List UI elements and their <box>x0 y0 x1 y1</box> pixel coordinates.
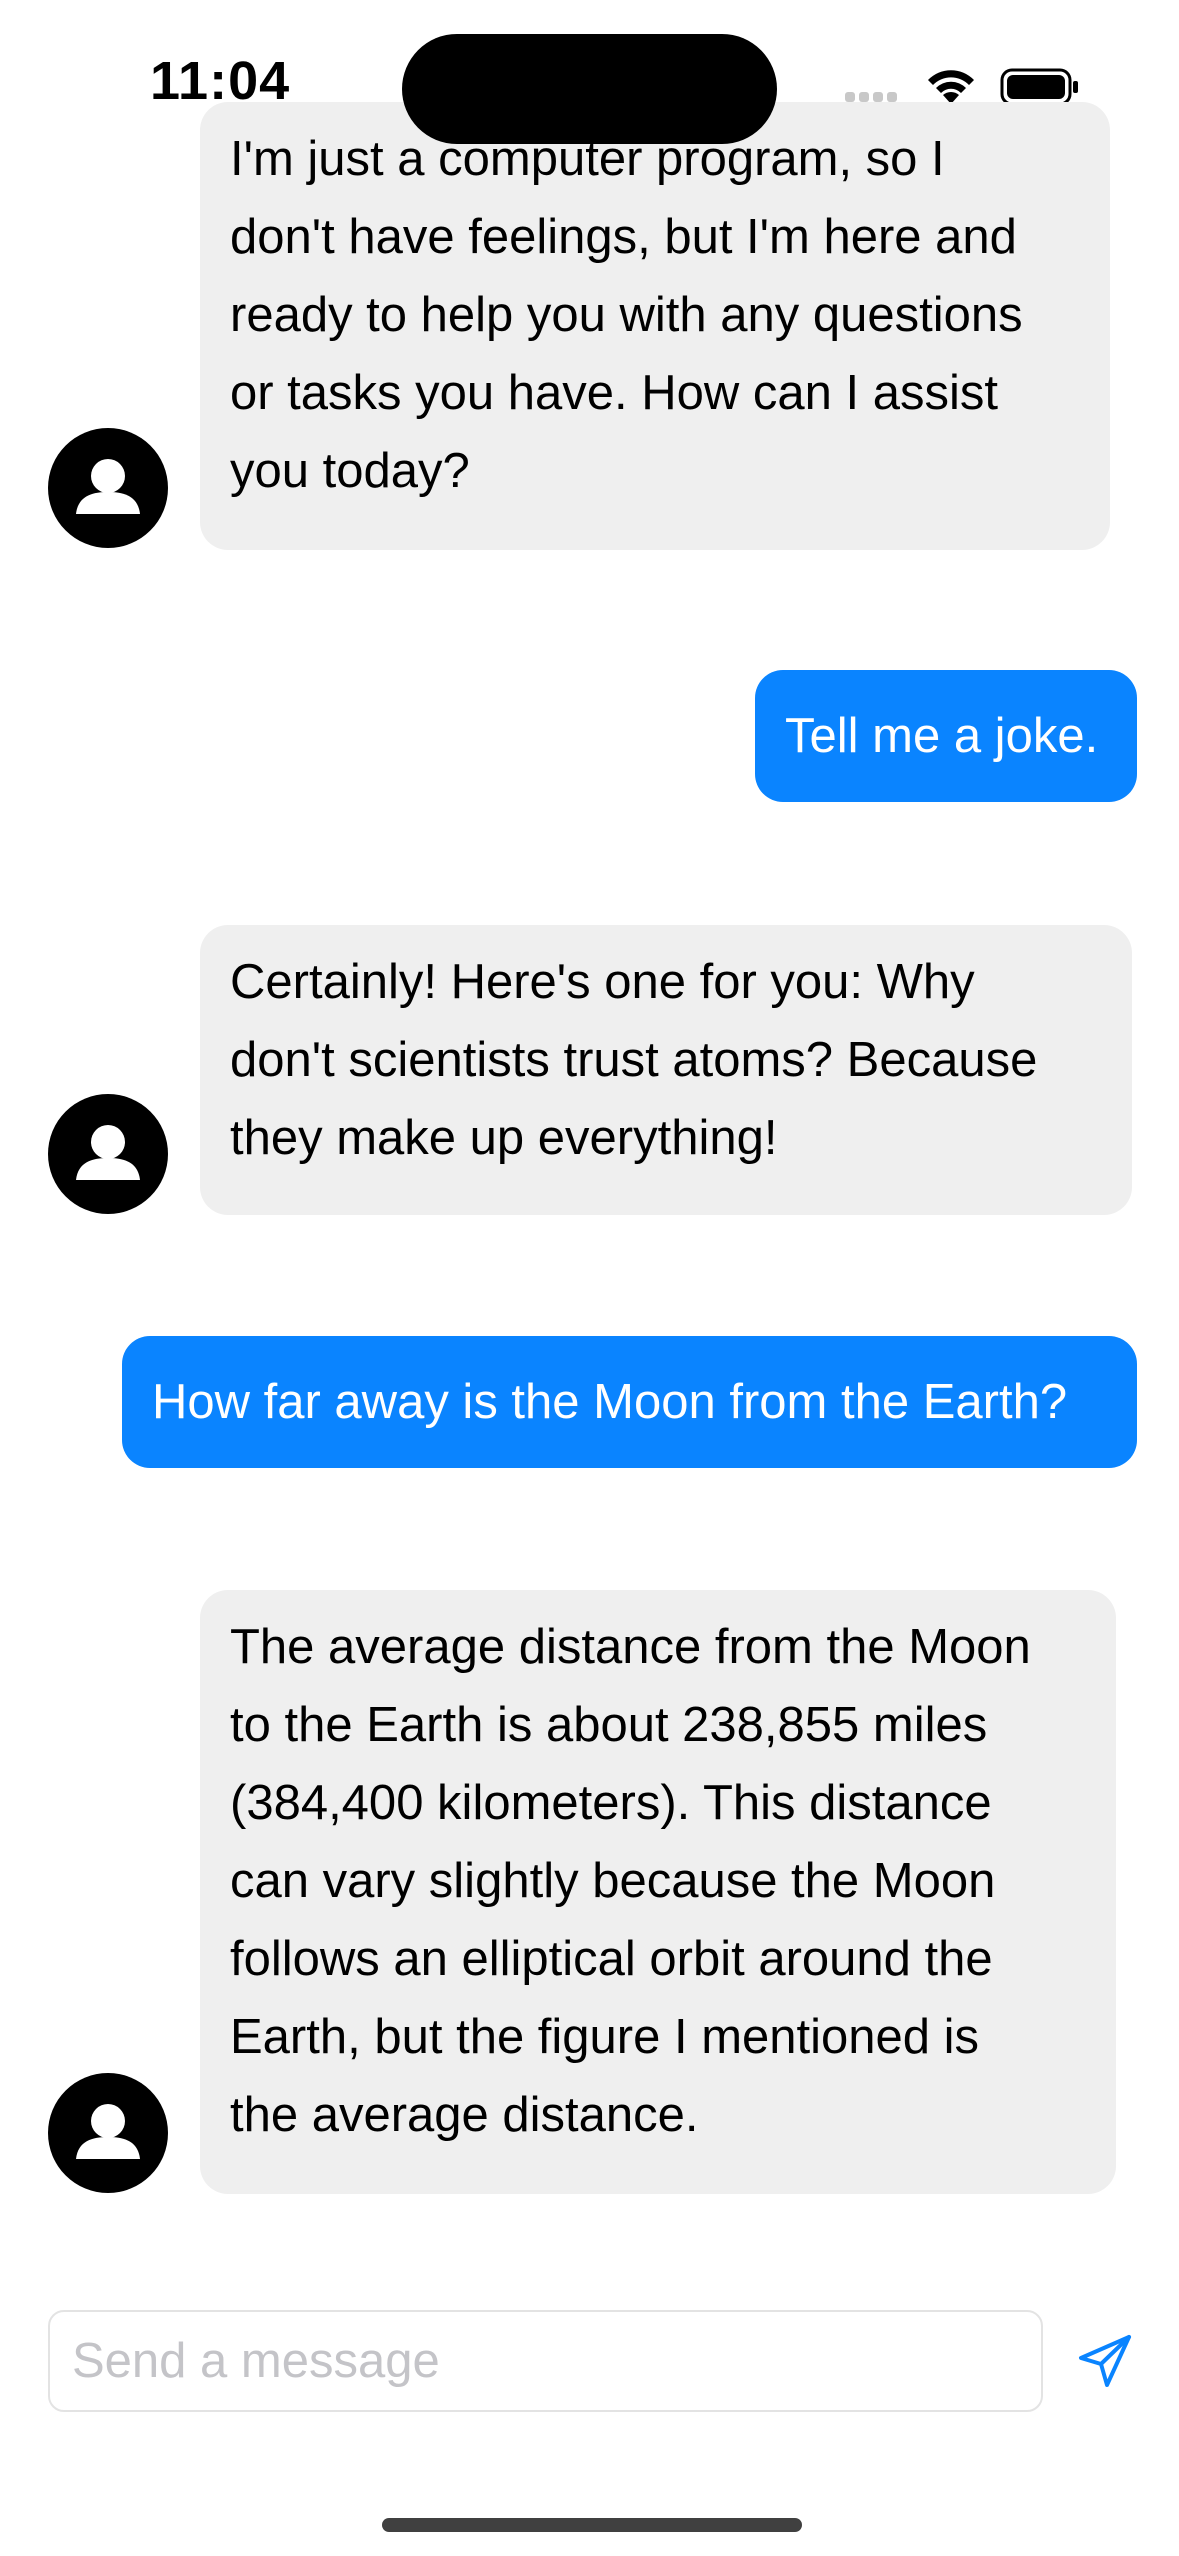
paperplane-icon <box>1079 2334 1131 2387</box>
assistant-avatar-icon <box>48 2073 168 2193</box>
user-message-bubble: Tell me a joke. <box>755 670 1137 802</box>
send-button[interactable] <box>1065 2322 1145 2402</box>
assistant-message-bubble: The average distance from the Moon to th… <box>200 1590 1116 2194</box>
assistant-avatar-icon <box>48 428 168 548</box>
user-message-bubble: How far away is the Moon from the Earth? <box>122 1336 1137 1468</box>
dynamic-island <box>402 34 777 144</box>
assistant-message-bubble: Certainly! Here's one for you: Why don't… <box>200 925 1132 1215</box>
message-input[interactable] <box>48 2310 1043 2412</box>
wifi-icon <box>928 70 974 104</box>
assistant-avatar-icon <box>48 1094 168 1214</box>
battery-icon <box>1000 68 1078 106</box>
assistant-message-bubble: I'm just a computer program, so I don't … <box>200 102 1110 550</box>
home-indicator[interactable] <box>382 2518 802 2532</box>
